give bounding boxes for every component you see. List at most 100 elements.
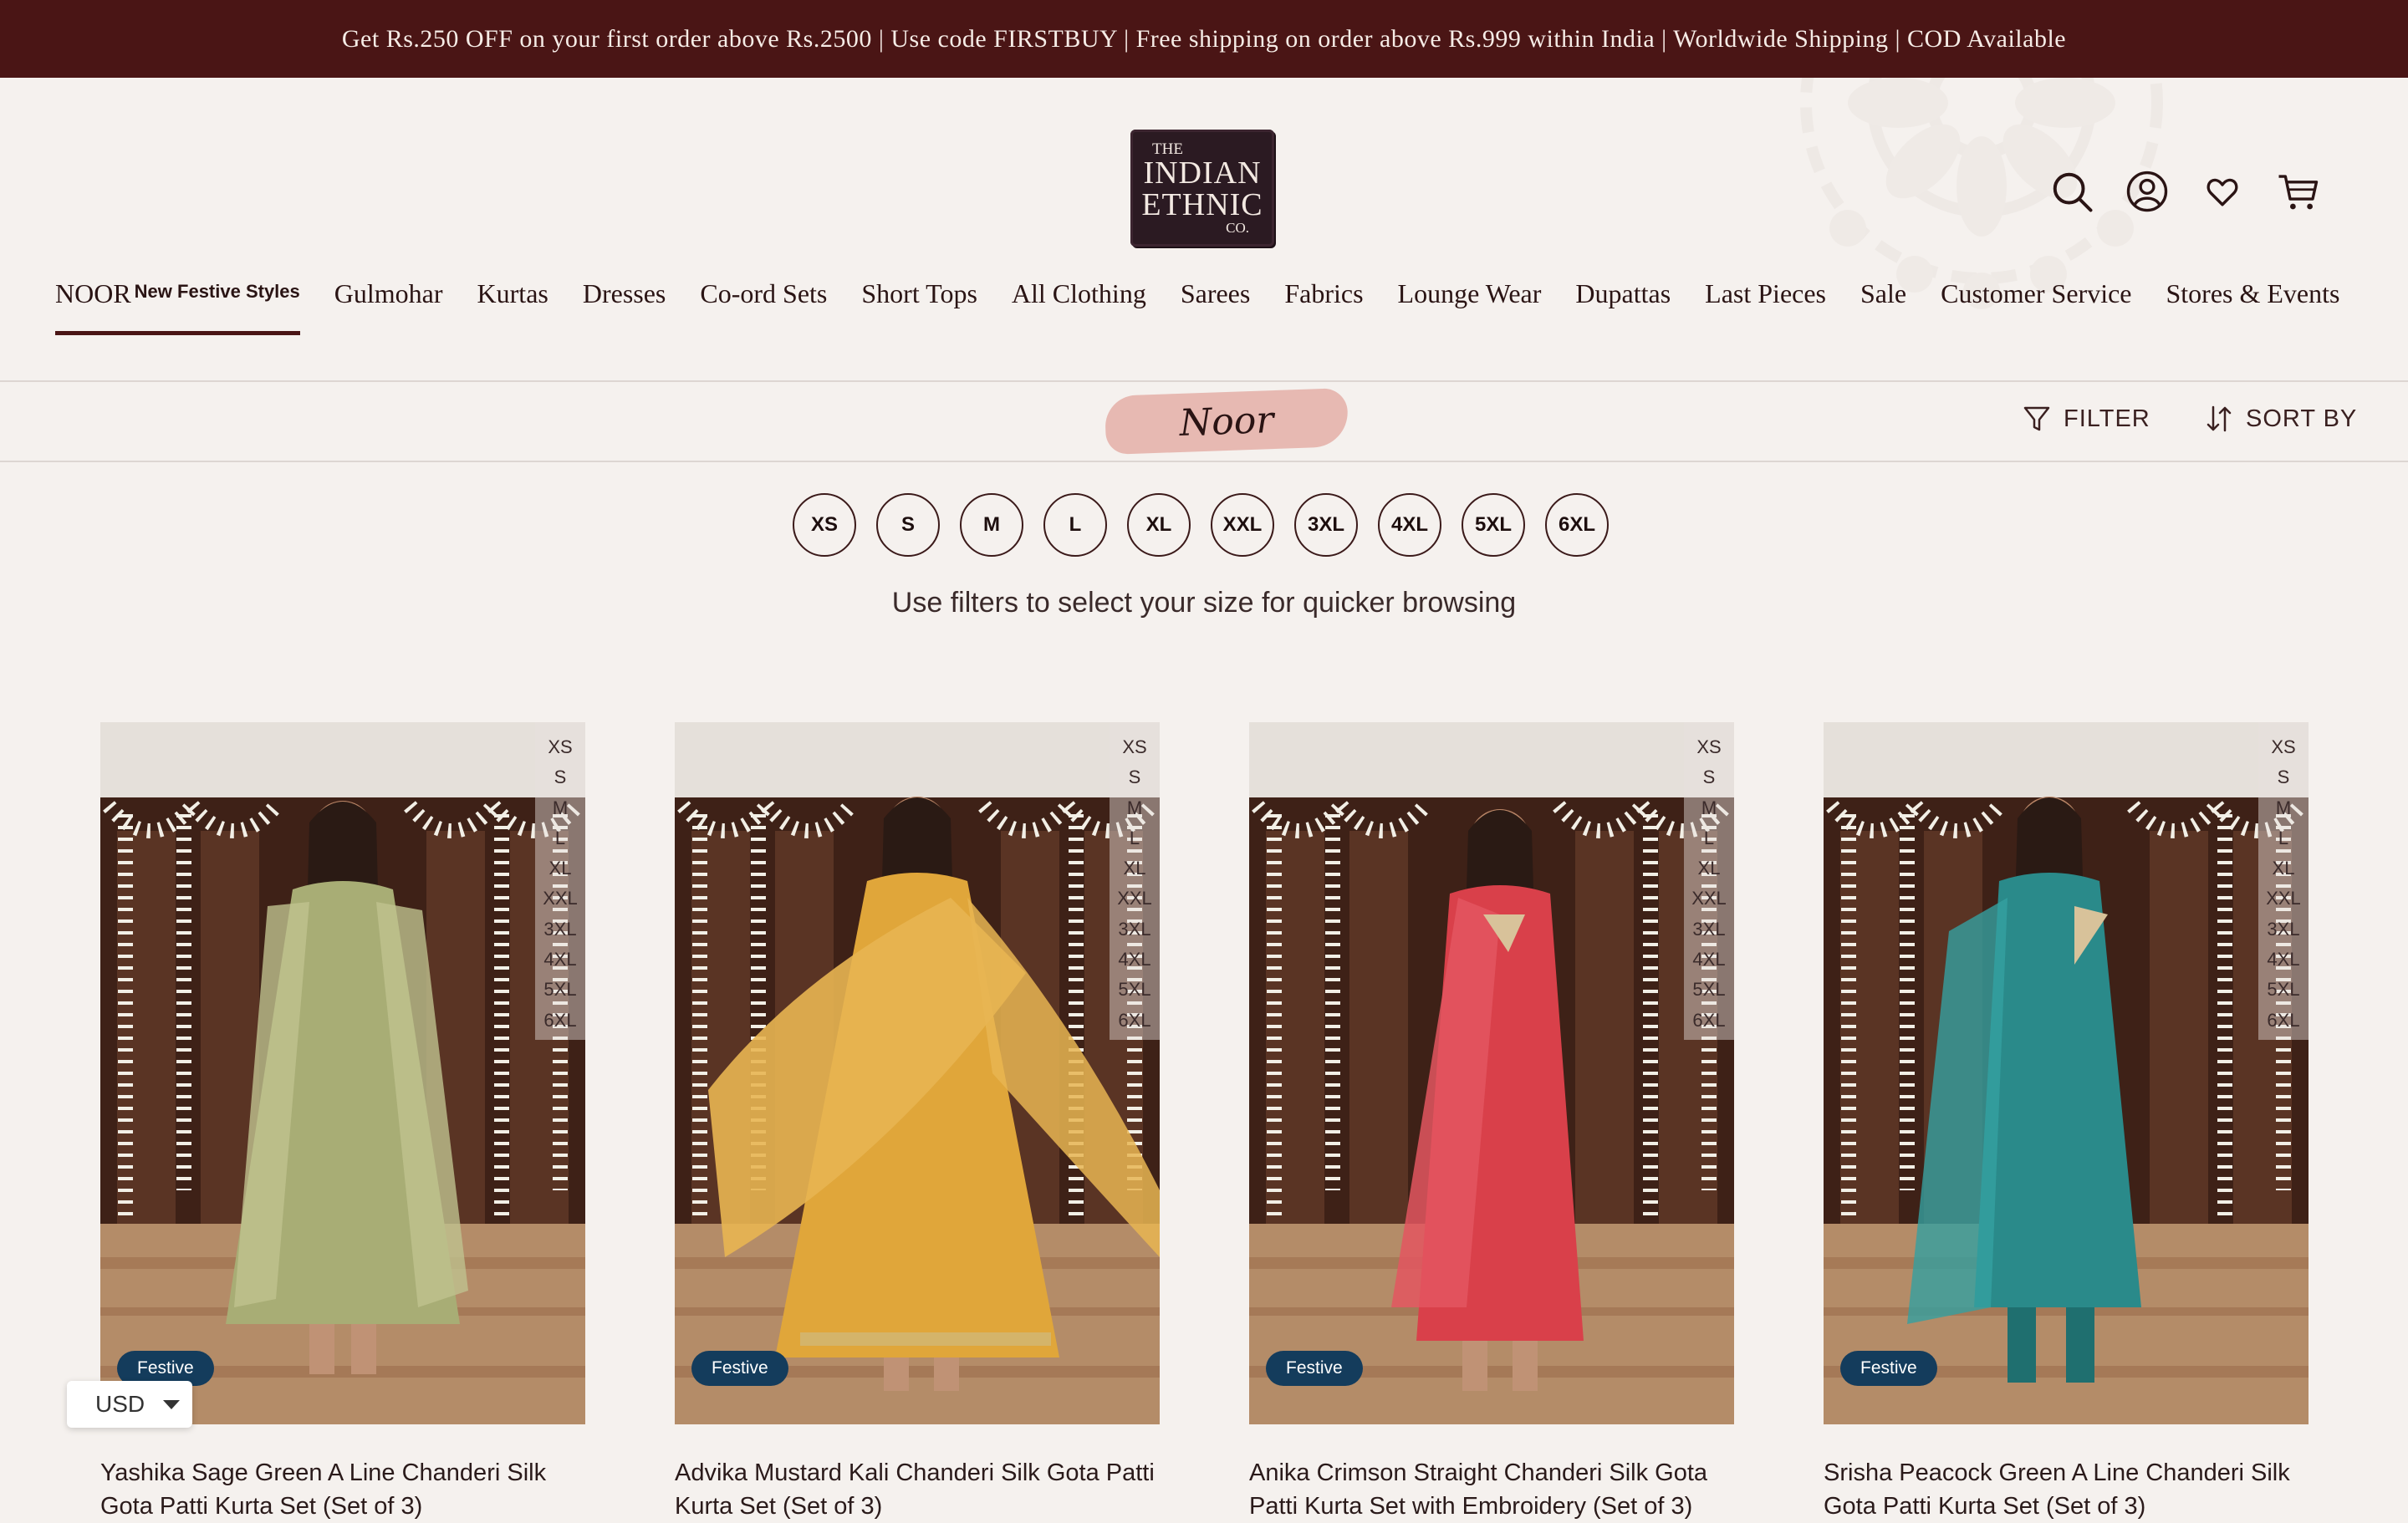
- product-photo-illustration: [100, 722, 585, 1424]
- nav-item-noor[interactable]: NOOR New Festive Styles: [55, 278, 300, 335]
- header-icons: [2047, 166, 2348, 216]
- product-size: 3XL: [1692, 918, 1726, 940]
- size-filter-xs[interactable]: XS: [793, 493, 856, 557]
- size-filter-3xl[interactable]: 3XL: [1294, 493, 1358, 557]
- site-header: THE INDIAN ETHNIC CO. NOOR New Festive St…: [0, 78, 2408, 380]
- product-size: M: [552, 797, 569, 818]
- nav-item-all-clothing[interactable]: All Clothing: [1012, 278, 1146, 335]
- size-filter-xl[interactable]: XL: [1127, 493, 1191, 557]
- product-photo-illustration: [675, 722, 1160, 1424]
- product-size: 6XL: [2267, 1009, 2300, 1031]
- product-size: 5XL: [543, 979, 577, 1001]
- product-size: 6XL: [543, 1009, 577, 1031]
- product-title[interactable]: Advika Mustard Kali Chanderi Silk Gota P…: [675, 1456, 1160, 1523]
- product-image[interactable]: XS S M L XL XXL 3XL 4XL 5XL 6XL Festive: [675, 722, 1160, 1424]
- nav-item-kurtas[interactable]: Kurtas: [477, 278, 548, 335]
- nav-item-gulmohar[interactable]: Gulmohar: [334, 278, 443, 335]
- brand-logo[interactable]: THE INDIAN ETHNIC CO.: [1130, 130, 1274, 247]
- filter-label: FILTER: [2064, 405, 2150, 432]
- nav-item-co-ord-sets[interactable]: Co-ord Sets: [700, 278, 827, 335]
- nav-item-last-pieces[interactable]: Last Pieces: [1705, 278, 1826, 335]
- product-photo-illustration: [1249, 722, 1734, 1424]
- product-size: L: [554, 827, 566, 848]
- product-title[interactable]: Yashika Sage Green A Line Chanderi Silk …: [100, 1456, 585, 1523]
- logo-line-ethnic: ETHNIC: [1141, 187, 1263, 222]
- product-size: XL: [1123, 858, 1146, 879]
- product-size: XXL: [543, 888, 578, 909]
- product-size: 4XL: [2267, 949, 2300, 970]
- festive-badge: Festive: [691, 1351, 788, 1386]
- size-filter-xxl[interactable]: XXL: [1211, 493, 1274, 557]
- product-title[interactable]: Anika Crimson Straight Chanderi Silk Got…: [1249, 1456, 1734, 1523]
- nav-item-sarees[interactable]: Sarees: [1181, 278, 1251, 335]
- product-size: 3XL: [1118, 918, 1151, 940]
- product-card[interactable]: XS S M L XL XXL 3XL 4XL 5XL 6XL Festive …: [1249, 722, 1734, 1523]
- product-size: 5XL: [1692, 979, 1726, 1001]
- size-filter-m[interactable]: M: [960, 493, 1023, 557]
- size-filter-6xl[interactable]: 6XL: [1545, 493, 1609, 557]
- product-size: 4XL: [1118, 949, 1151, 970]
- product-size: XL: [1697, 858, 1721, 879]
- announcement-bar: Get Rs.250 OFF on your first order above…: [0, 0, 2408, 78]
- size-filter-group: XS S M L XL XXL 3XL 4XL 5XL 6XL: [793, 493, 1629, 557]
- product-card[interactable]: XS S M L XL XXL 3XL 4XL 5XL 6XL Festive …: [1824, 722, 2309, 1523]
- festive-badge: Festive: [1266, 1351, 1363, 1386]
- product-size: S: [1128, 767, 1141, 788]
- logo-line-co: CO.: [1226, 220, 1249, 236]
- product-size: XS: [548, 736, 573, 757]
- festive-badge: Festive: [1840, 1351, 1937, 1386]
- product-size: XXL: [2266, 888, 2301, 909]
- product-size: S: [1702, 767, 1716, 788]
- filter-button[interactable]: FILTER: [2022, 404, 2150, 434]
- product-size: XS: [1122, 736, 1147, 757]
- caret-down-icon: [163, 1399, 181, 1409]
- nav-item-sale[interactable]: Sale: [1860, 278, 1906, 335]
- size-filter-l[interactable]: L: [1043, 493, 1107, 557]
- sort-button[interactable]: SORT BY: [2204, 404, 2357, 434]
- product-size: M: [2275, 797, 2292, 818]
- product-size: S: [2277, 767, 2290, 788]
- main-nav: NOOR New Festive Styles Gulmohar Kurtas D…: [55, 278, 2339, 335]
- product-photo-illustration: [1824, 722, 2309, 1424]
- logo-line-indian: INDIAN: [1143, 155, 1262, 191]
- nav-item-dresses[interactable]: Dresses: [583, 278, 666, 335]
- product-size-list: XS S M L XL XXL 3XL 4XL 5XL 6XL: [1110, 722, 1160, 1040]
- product-image[interactable]: XS S M L XL XXL 3XL 4XL 5XL 6XL Festive: [1824, 722, 2309, 1424]
- search-icon[interactable]: [2047, 166, 2097, 216]
- nav-item-fabrics[interactable]: Fabrics: [1284, 278, 1363, 335]
- product-size-list: XS S M L XL XXL 3XL 4XL 5XL 6XL: [535, 722, 585, 1040]
- product-grid: XS S M L XL XXL 3XL 4XL 5XL 6XL Festive …: [100, 722, 2309, 1523]
- nav-item-lounge-wear[interactable]: Lounge Wear: [1398, 278, 1542, 335]
- size-filter-4xl[interactable]: 4XL: [1378, 493, 1441, 557]
- nav-item-stores-events[interactable]: Stores & Events: [2166, 278, 2339, 335]
- size-filter-s[interactable]: S: [876, 493, 940, 557]
- product-size: L: [1129, 827, 1140, 848]
- nav-item-customer-service[interactable]: Customer Service: [1941, 278, 2131, 335]
- product-size: 5XL: [2267, 979, 2300, 1001]
- product-card[interactable]: XS S M L XL XXL 3XL 4XL 5XL 6XL Festive …: [675, 722, 1160, 1523]
- product-size: XS: [2271, 736, 2296, 757]
- account-icon[interactable]: [2122, 166, 2172, 216]
- product-size: 4XL: [543, 949, 577, 970]
- nav-item-dupattas[interactable]: Dupattas: [1575, 278, 1671, 335]
- product-size: XS: [1696, 736, 1722, 757]
- product-size: 6XL: [1692, 1009, 1726, 1031]
- sort-arrows-icon: [2206, 405, 2232, 432]
- product-size: XXL: [1117, 888, 1152, 909]
- product-title[interactable]: Srisha Peacock Green A Line Chanderi Sil…: [1824, 1456, 2309, 1523]
- wishlist-heart-icon[interactable]: [2197, 166, 2247, 216]
- product-size: M: [1126, 797, 1143, 818]
- size-hint-text: Use filters to select your size for quic…: [891, 587, 1517, 619]
- collection-toolbar: Noor FILTER SORT BY: [0, 382, 2408, 461]
- product-size-list: XS S M L XL XXL 3XL 4XL 5XL 6XL: [2258, 722, 2309, 1040]
- size-filter-5xl[interactable]: 5XL: [1462, 493, 1525, 557]
- nav-item-short-tops[interactable]: Short Tops: [861, 278, 977, 335]
- product-size: M: [1701, 797, 1717, 818]
- product-image[interactable]: XS S M L XL XXL 3XL 4XL 5XL 6XL Festive: [1249, 722, 1734, 1424]
- collection-title: Noor: [1104, 387, 1349, 456]
- cart-icon[interactable]: [2273, 166, 2323, 216]
- currency-selector[interactable]: USD: [67, 1381, 192, 1428]
- product-size: L: [2278, 827, 2289, 848]
- product-image[interactable]: XS S M L XL XXL 3XL 4XL 5XL 6XL Festive: [100, 722, 585, 1424]
- product-size: 4XL: [1692, 949, 1726, 970]
